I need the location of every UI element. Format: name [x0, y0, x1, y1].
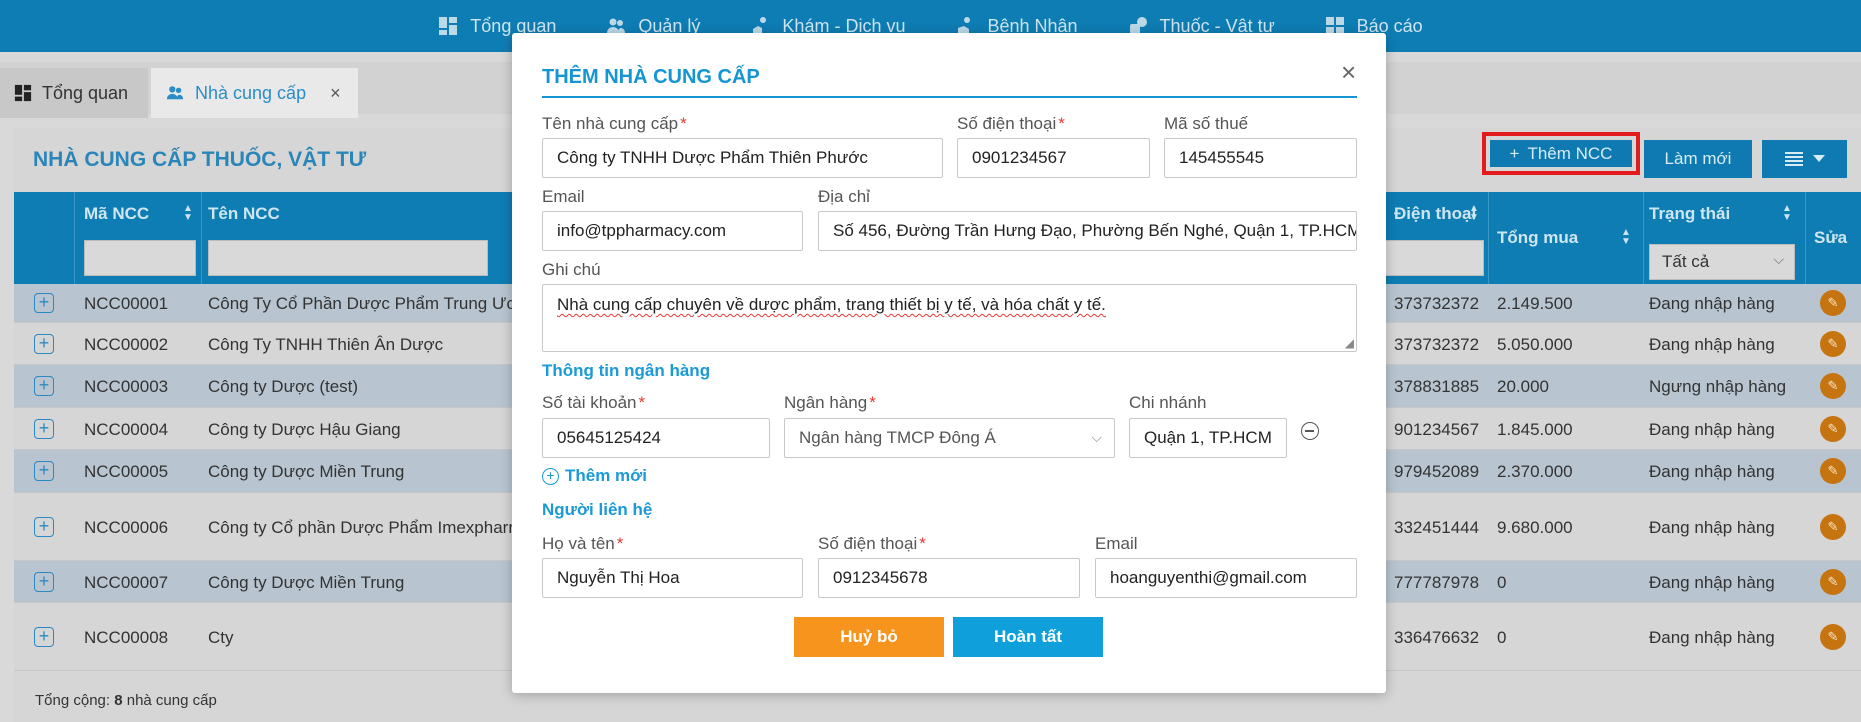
required-mark: * — [1058, 114, 1065, 133]
note-text: Nhà cung cấp chuyên về dược phẩm, trang … — [557, 295, 1106, 314]
add-supplier-dialog: THÊM NHÀ CUNG CẤP × Tên nhà cung cấp * Cô… — [512, 33, 1386, 693]
account-number-label: Số tài khoản * — [542, 393, 645, 413]
remove-bank-icon[interactable] — [1301, 422, 1319, 440]
title-divider — [542, 96, 1357, 98]
phone-input[interactable]: 0901234567 — [957, 138, 1150, 178]
supplier-name-input[interactable]: Công ty TNHH Dược Phẩm Thiên Phước — [542, 138, 943, 178]
bank-name-label: Ngân hàng * — [784, 393, 876, 413]
contact-name-label: Họ và tên * — [542, 534, 623, 554]
branch-label: Chi nhánh — [1129, 393, 1207, 412]
tax-code-input[interactable]: 145455545 — [1164, 138, 1357, 178]
plus-circle-icon: + — [542, 467, 559, 485]
address-label: Địa chỉ — [818, 187, 870, 206]
account-number-input[interactable]: 05645125424 — [542, 418, 770, 458]
required-mark: * — [638, 393, 646, 412]
label-text: Ngân hàng — [784, 393, 868, 412]
bank-section-title: Thông tin ngân hàng — [542, 361, 711, 380]
required-mark: * — [869, 393, 876, 412]
label-text: Số tài khoản — [542, 393, 637, 412]
required-mark: * — [919, 534, 926, 553]
note-label: Ghi chú — [542, 260, 601, 279]
add-more-label: Thêm mới — [565, 466, 647, 485]
contact-section-title: Người liên hệ — [542, 500, 653, 519]
contact-name-input[interactable]: Nguyễn Thị Hoa — [542, 558, 803, 598]
contact-email-input[interactable]: hoanguyenthi@gmail.com — [1095, 558, 1357, 598]
add-bank-button[interactable]: + Thêm mới — [542, 466, 647, 486]
label-text: Số điện thoại — [957, 114, 1057, 133]
label-text: Họ và tên — [542, 534, 615, 553]
contact-phone-label: Số điện thoại * — [818, 534, 926, 554]
phone-label: Số điện thoại * — [957, 114, 1065, 134]
bank-name-select[interactable]: Ngân hàng TMCP Đông Á ⌵ — [784, 418, 1115, 458]
label-text: Tên nhà cung cấp — [542, 114, 679, 133]
email-input[interactable]: info@tppharmacy.com — [542, 211, 803, 251]
branch-input[interactable]: Quận 1, TP.HCM — [1129, 418, 1287, 458]
bank-name-value: Ngân hàng TMCP Đông Á — [799, 428, 996, 447]
chevron-down-icon: ⌵ — [1091, 429, 1102, 445]
label-text: Số điện thoại — [818, 534, 918, 553]
close-icon[interactable]: × — [1341, 57, 1356, 88]
note-textarea[interactable]: Nhà cung cấp chuyên về dược phẩm, trang … — [542, 284, 1357, 352]
done-button[interactable]: Hoàn tất — [953, 617, 1103, 657]
required-mark: * — [616, 534, 624, 553]
dialog-title: THÊM NHÀ CUNG CẤP — [542, 66, 760, 88]
address-input[interactable]: Số 456, Đường Trần Hưng Đạo, Phường Bến … — [818, 211, 1357, 251]
resize-handle-icon[interactable]: ◢ — [1345, 336, 1354, 350]
contact-phone-input[interactable]: 0912345678 — [818, 558, 1080, 598]
cancel-button[interactable]: Huỷ bỏ — [794, 617, 944, 657]
supplier-name-label: Tên nhà cung cấp * — [542, 114, 687, 134]
contact-email-label: Email — [1095, 534, 1138, 553]
email-label: Email — [542, 187, 585, 206]
tax-code-label: Mã số thuế — [1164, 114, 1249, 133]
required-mark: * — [680, 114, 687, 133]
